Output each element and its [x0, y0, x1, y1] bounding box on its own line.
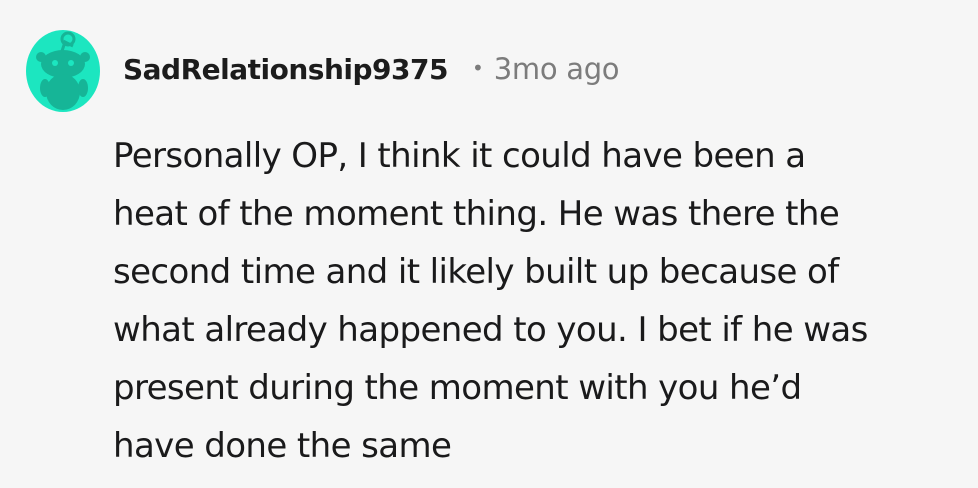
comment-body-line: present during the moment with you he’d: [113, 368, 802, 408]
comment-body-line: heat of the moment thing. He was there t…: [113, 194, 840, 234]
username-link[interactable]: SadRelationship9375: [123, 53, 448, 86]
user-avatar[interactable]: [25, 26, 101, 112]
comment-body-line: Personally OP, I think it could have bee…: [113, 136, 806, 176]
separator-dot: •: [471, 56, 484, 80]
comment-body-line: what already happened to you. I bet if h…: [113, 310, 868, 350]
comment-body: Personally OP, I think it could have bee…: [113, 127, 973, 475]
comment-body-line: have done the same: [113, 426, 452, 466]
comment-header: SadRelationship9375 • 3mo ago: [123, 46, 620, 92]
comment-timestamp[interactable]: 3mo ago: [494, 52, 620, 86]
comment-body-line: second time and it likely built up becau…: [113, 252, 839, 292]
comment: SadRelationship9375 • 3mo ago Personally…: [0, 0, 978, 488]
snoo-avatar-icon: [26, 30, 100, 112]
